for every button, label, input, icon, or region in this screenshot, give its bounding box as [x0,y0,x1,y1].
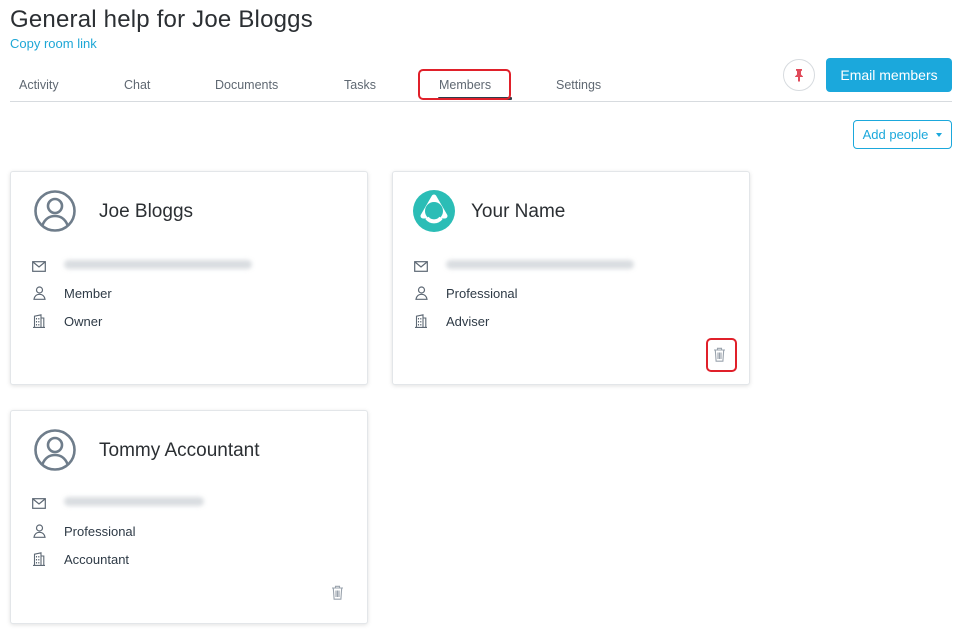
brand-logo-icon [413,190,455,232]
tab-activity[interactable]: Activity [19,78,59,92]
member-title: Adviser [446,313,490,329]
building-icon [31,313,47,329]
person-icon [31,285,47,301]
delete-button-highlight [706,338,737,372]
member-card: Tommy Accountant Professional Accountant [10,410,368,624]
member-card: Joe Bloggs Member Owner [10,171,368,385]
member-title-row: Adviser [413,312,489,330]
pin-button[interactable] [783,59,815,91]
user-circle-icon [34,429,76,471]
member-name: Joe Bloggs [99,201,194,222]
user-circle-icon [34,190,76,232]
tab-tasks[interactable]: Tasks [344,78,376,92]
member-title: Owner [64,313,103,329]
redacted-email [64,497,204,506]
add-people-label: Add people [862,127,929,142]
member-role-row: Professional [413,284,518,302]
redacted-email [64,260,252,269]
pin-icon [795,69,803,82]
member-email-row [413,257,634,275]
member-title-row: Accountant [31,550,129,568]
add-people-dropdown[interactable]: Add people [853,120,952,149]
person-icon [31,523,47,539]
member-name: Your Name [471,201,566,222]
page-title: General help for Joe Bloggs [10,6,313,33]
building-icon [413,313,429,329]
tab-chat[interactable]: Chat [124,78,150,92]
members-tab-highlight [418,69,511,100]
member-title-row: Owner [31,312,102,330]
member-role: Professional [64,523,136,539]
building-icon [31,551,47,567]
envelope-icon [31,258,47,274]
tab-settings[interactable]: Settings [556,78,601,92]
person-icon [413,285,429,301]
redacted-email [446,260,634,269]
member-email-row [31,494,204,512]
member-role-row: Professional [31,522,136,540]
member-name: Tommy Accountant [99,440,260,461]
member-email-row [31,257,252,275]
envelope-icon [413,258,429,274]
member-title: Accountant [64,551,130,567]
delete-member-button[interactable] [327,581,347,603]
tab-documents[interactable]: Documents [215,78,278,92]
member-role-row: Member [31,284,112,302]
copy-room-link[interactable]: Copy room link [10,36,97,51]
member-role: Professional [446,285,518,301]
email-members-button[interactable]: Email members [826,58,952,92]
trash-icon [331,585,343,600]
member-card: Your Name Professional Adviser [392,171,750,385]
member-role: Member [64,285,112,301]
chevron-down-icon [936,132,943,137]
envelope-icon [31,495,47,511]
